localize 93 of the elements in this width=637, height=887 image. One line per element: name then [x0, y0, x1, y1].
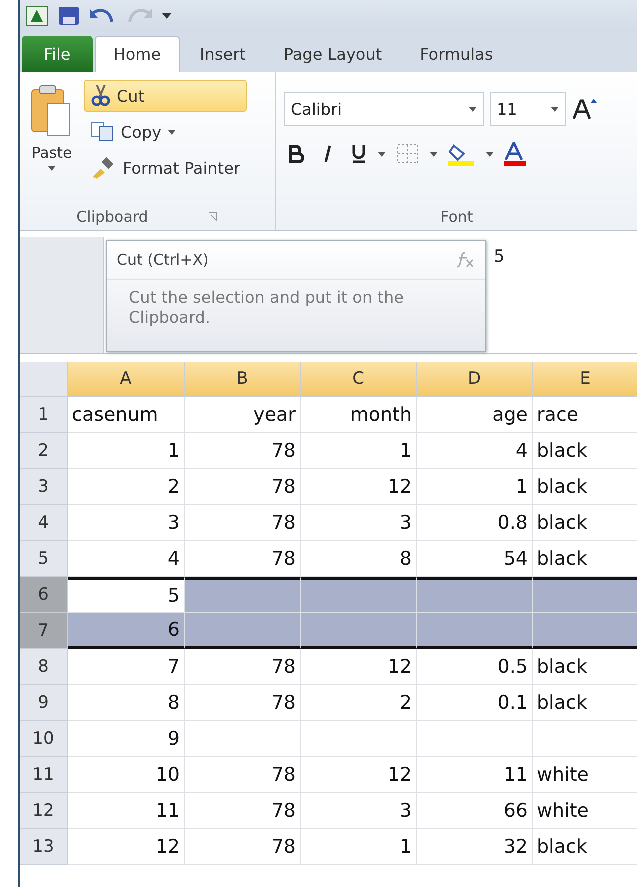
column-header[interactable]: A	[68, 362, 185, 397]
row-header[interactable]: 11	[20, 757, 68, 793]
ribbon-tab[interactable]: Page Layout	[266, 36, 400, 72]
table-cell: 9	[68, 721, 185, 757]
table-cell: 1	[68, 433, 185, 469]
table-cell: 1	[301, 433, 417, 469]
table-cell: 3	[68, 505, 185, 541]
row-header[interactable]: 10	[20, 721, 68, 757]
ribbon-tab[interactable]: Home	[94, 36, 180, 72]
table-cell: 2	[68, 469, 185, 505]
table-cell: 12	[301, 649, 417, 685]
row-header[interactable]: 12	[20, 793, 68, 829]
row-header[interactable]: 13	[20, 829, 68, 865]
table-cell: 7	[68, 649, 185, 685]
table-cell: 4	[68, 541, 185, 577]
table-cell: 4	[417, 433, 533, 469]
table-cell: age	[417, 397, 533, 433]
font-name-field[interactable]: Calibri	[284, 92, 484, 126]
copy-button[interactable]: Copy	[84, 116, 248, 148]
dropdown-icon[interactable]	[162, 13, 172, 19]
group-label: Clipboard	[76, 208, 148, 226]
file-tab[interactable]: File	[22, 36, 93, 72]
table-cell: 78	[185, 433, 301, 469]
table-cell: 8	[68, 685, 185, 721]
formula-value: 5	[494, 247, 505, 267]
caret-icon	[378, 152, 386, 156]
caret-icon	[168, 130, 176, 134]
painter-button[interactable]: Format Painter	[84, 152, 248, 184]
copy-icon	[91, 122, 115, 142]
row-header[interactable]: 4	[20, 505, 68, 541]
column-header[interactable]: E	[533, 362, 637, 397]
caret-icon	[469, 106, 477, 112]
table-cell: 3	[301, 505, 417, 541]
group-label: Font	[440, 208, 474, 226]
table-cell: 2	[301, 685, 417, 721]
table-cell: 54	[417, 541, 533, 577]
caret-icon	[430, 152, 438, 156]
row-header[interactable]: 7	[20, 613, 68, 649]
dialog-launcher-icon[interactable]	[208, 212, 218, 222]
table-cell: 5	[68, 577, 185, 613]
table-cell: 78	[185, 829, 301, 865]
table-cell: 32	[417, 829, 533, 865]
paste-button[interactable]: Paste	[26, 80, 78, 204]
table-cell: 78	[185, 469, 301, 505]
function-icon	[455, 251, 475, 269]
table-cell: 0.1	[417, 685, 533, 721]
column-header[interactable]: D	[417, 362, 533, 397]
table-cell: 66	[417, 793, 533, 829]
table-cell: year	[185, 397, 301, 433]
table-cell: 78	[185, 505, 301, 541]
column-header[interactable]: B	[185, 362, 301, 397]
table-cell: 12	[301, 469, 417, 505]
table-cell: 11	[68, 793, 185, 829]
row-header[interactable]: 5	[20, 541, 68, 577]
table-cell: 78	[185, 685, 301, 721]
row-header[interactable]: 9	[20, 685, 68, 721]
table-cell: 12	[301, 757, 417, 793]
undo-icon[interactable]	[90, 8, 116, 24]
scissors-icon	[91, 85, 111, 107]
cut-button[interactable]: Cut	[84, 80, 248, 112]
column-header[interactable]: C	[301, 362, 417, 397]
font-size-field[interactable]: 11	[490, 92, 566, 126]
tooltip-description: Cut the selection and put it on the Clipboard.	[128, 287, 405, 329]
table-cell: 0.5	[417, 649, 533, 685]
tooltip-title: Cut (Ctrl+X)	[117, 251, 209, 269]
row-header[interactable]: 6	[20, 577, 68, 613]
spreadsheet-app-icon[interactable]	[26, 6, 48, 26]
caret-icon	[48, 166, 56, 171]
table-cell: 6	[68, 613, 185, 649]
table-cell: 3	[301, 793, 417, 829]
table-cell: 12	[68, 829, 185, 865]
table-cell: 1	[417, 469, 533, 505]
row-header[interactable]: 1	[20, 397, 68, 433]
table-cell: 10	[68, 757, 185, 793]
caret-icon	[486, 152, 494, 156]
save-icon[interactable]	[58, 6, 80, 26]
table-cell: 78	[185, 649, 301, 685]
table-cell: casenum	[68, 397, 185, 433]
table-cell: 78	[185, 793, 301, 829]
grow-font-icon[interactable]	[572, 98, 598, 120]
table-cell: 78	[185, 541, 301, 577]
table-cell: 8	[301, 541, 417, 577]
table-cell: 11	[417, 757, 533, 793]
table-cell: 0.8	[417, 505, 533, 541]
table-cell: 1	[301, 829, 417, 865]
row-header[interactable]: 3	[20, 469, 68, 505]
ribbon-tab[interactable]: Insert	[182, 36, 264, 72]
table-cell: 78	[185, 757, 301, 793]
ribbon-tab[interactable]: Formulas	[402, 36, 512, 72]
caret-icon	[551, 106, 559, 112]
row-header[interactable]: 8	[20, 649, 68, 685]
table-cell: month	[301, 397, 417, 433]
row-header[interactable]: 2	[20, 433, 68, 469]
